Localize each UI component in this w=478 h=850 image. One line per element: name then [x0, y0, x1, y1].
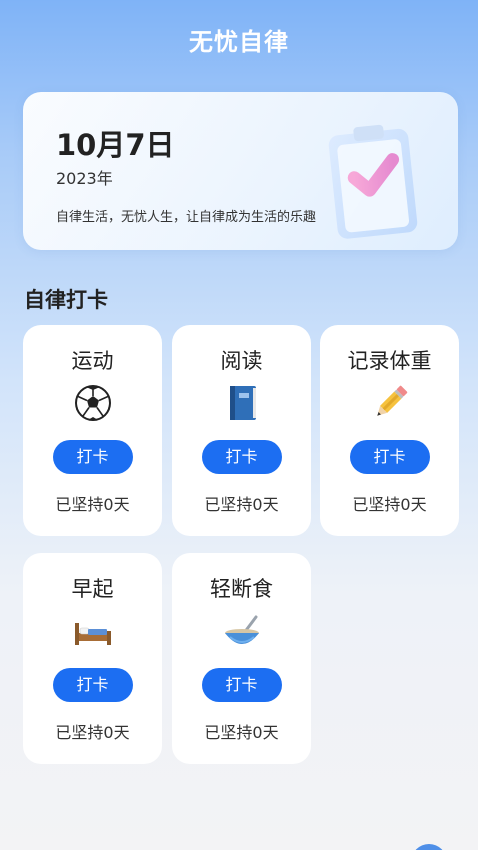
habit-name: 阅读 — [220, 349, 263, 373]
streak-text: 已坚持0天 — [55, 495, 130, 514]
habit-card-fasting: 轻断食 打卡 已坚持0天 — [172, 553, 311, 764]
bowl-icon — [224, 615, 259, 644]
habit-name: 轻断食 — [210, 577, 273, 601]
checkin-button[interactable]: 打卡 — [349, 440, 430, 474]
slogan-text: 自律生活，无忧人生，让自律成为生活的乐趣 — [56, 210, 317, 225]
section-title: 自律打卡 — [24, 288, 108, 312]
current-date: 10月7日 — [56, 128, 175, 162]
floating-button[interactable] — [411, 844, 447, 850]
habit-card-exercise: 运动 打卡 已坚持0天 — [23, 325, 162, 536]
habit-card-reading: 阅读 打卡 已坚持0天 — [172, 325, 311, 536]
checkin-button[interactable]: 打卡 — [201, 440, 282, 474]
streak-text: 已坚持0天 — [204, 723, 279, 742]
habit-name: 记录体重 — [347, 349, 432, 373]
blue-book-icon — [229, 386, 256, 420]
streak-text: 已坚持0天 — [204, 495, 279, 514]
habit-name: 运动 — [71, 349, 114, 373]
habit-card-early-rise: 早起 打卡 已坚持0天 — [23, 553, 162, 764]
clipboard-check-icon — [328, 124, 418, 239]
current-year: 2023年 — [56, 169, 113, 188]
habit-name: 早起 — [71, 577, 114, 601]
checkin-button[interactable]: 打卡 — [52, 440, 133, 474]
streak-text: 已坚持0天 — [352, 495, 427, 514]
streak-text: 已坚持0天 — [55, 723, 130, 742]
soccer-ball-icon — [74, 385, 111, 421]
pencil-icon — [376, 385, 407, 416]
bed-icon — [74, 623, 111, 645]
habit-card-weight: 记录体重 打卡 已坚持0天 — [320, 325, 459, 536]
date-banner-card: 10月7日 2023年 自律生活，无忧人生，让自律成为生活的乐趣 — [23, 92, 458, 250]
checkin-button[interactable]: 打卡 — [52, 668, 133, 702]
checkin-button[interactable]: 打卡 — [201, 668, 282, 702]
app-title: 无忧自律 — [189, 28, 289, 56]
